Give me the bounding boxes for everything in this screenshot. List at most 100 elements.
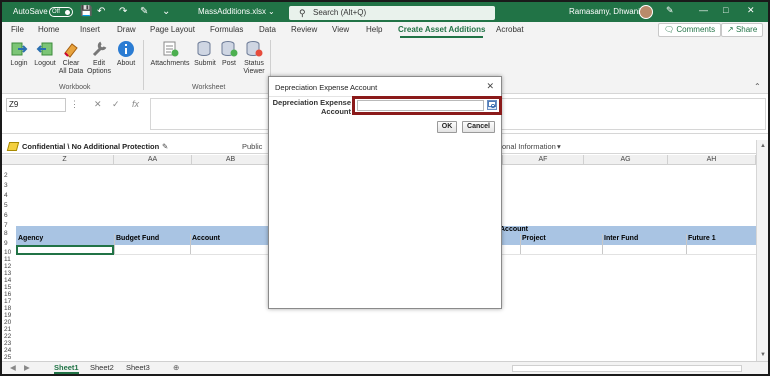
format-painter-icon[interactable]: ✎ [140,6,148,17]
row-header[interactable]: 5 [2,202,16,209]
tab-help[interactable]: Help [366,25,382,34]
edit-options-button[interactable]: Edit Options [86,40,112,76]
save-icon[interactable]: 💾 [80,6,92,17]
tab-view[interactable]: View [332,25,349,34]
row-header[interactable]: 11 [2,256,16,263]
tab-draw[interactable]: Draw [117,25,136,34]
column-header[interactable]: AA [114,155,192,165]
row-header[interactable]: 25 [2,354,16,361]
collapse-ribbon-icon[interactable]: ⌃ [754,82,761,91]
close-icon[interactable]: ✕ [747,5,755,16]
restore-icon[interactable]: □ [723,5,728,15]
sensitivity-public[interactable]: Public [242,142,262,151]
row-header[interactable]: 15 [2,284,16,291]
column-header[interactable]: Z [16,155,114,165]
sensitivity-label[interactable]: Confidential \ No Additional Protection [22,142,159,151]
column-header[interactable]: AF [502,155,584,165]
minimize-icon[interactable]: — [699,5,708,15]
row-header[interactable]: 20 [2,319,16,326]
tab-review[interactable]: Review [291,25,317,34]
row-header[interactable]: 3 [2,182,16,189]
add-sheet-icon[interactable]: ⊕ [173,363,179,372]
comments-button[interactable]: 🗨 Comments [658,23,722,37]
sheet-tab[interactable]: Sheet1 [54,363,79,374]
chevron-down-icon[interactable]: ▾ [557,142,561,151]
next-sheet-icon[interactable]: ▶ [24,363,30,372]
submit-button[interactable]: Submit [192,40,218,68]
depreciation-expense-input[interactable] [357,100,484,111]
name-box-dropdown-icon[interactable]: ⋮ [70,99,79,110]
scroll-up-icon[interactable]: ▲ [760,143,766,149]
row-header[interactable]: 19 [2,312,16,319]
tab-page-layout[interactable]: Page Layout [150,25,195,34]
prev-sheet-icon[interactable]: ◀ [10,363,16,372]
row-header[interactable]: 6 [2,212,16,219]
name-box[interactable]: Z9 [6,98,66,112]
tab-insert[interactable]: Insert [80,25,100,34]
horizontal-scrollbar[interactable] [512,365,742,372]
status-viewer-button[interactable]: Status Viewer [240,40,268,76]
tab-formulas[interactable]: Formulas [210,25,243,34]
header-cell[interactable]: Agency [18,235,43,242]
chevron-down-icon[interactable]: ⌄ [268,7,275,16]
qat-more-icon[interactable]: ⌄ [162,6,170,17]
header-cell[interactable]: Future 1 [688,235,716,242]
autosave-toggle[interactable]: Off [49,7,73,17]
tab-file[interactable]: File [11,25,24,34]
about-button[interactable]: About [114,40,138,68]
row-header[interactable]: 18 [2,305,16,312]
sensitivity-info[interactable]: onal Information [502,142,556,151]
row-header[interactable]: 17 [2,298,16,305]
share-button[interactable]: ↗ Share [721,23,764,37]
row-header[interactable]: 9 [2,240,16,247]
row-header[interactable]: 8 [2,230,16,237]
row-header[interactable]: 21 [2,326,16,333]
close-icon[interactable]: ✕ [486,81,494,92]
column-header[interactable]: AG [584,155,668,165]
row-header[interactable]: 12 [2,263,16,270]
tab-create-asset-additions[interactable]: Create Asset Additions [398,25,485,34]
row-header[interactable]: 7 [2,222,16,229]
clear-all-data-button[interactable]: Clear All Data [58,40,84,76]
row-header[interactable]: 14 [2,277,16,284]
row-header[interactable]: 23 [2,340,16,347]
ok-button[interactable]: OK [437,121,457,133]
tab-data[interactable]: Data [259,25,276,34]
tab-acrobat[interactable]: Acrobat [496,25,524,34]
edit-sensitivity-icon[interactable]: ✎ [162,142,168,151]
scroll-down-icon[interactable]: ▼ [760,352,766,358]
header-cell[interactable]: Budget Fund [116,235,159,242]
search-box[interactable]: ⚲ Search (Alt+Q) [289,6,495,20]
header-cell[interactable]: Project [522,235,546,242]
header-cell[interactable]: Inter Fund [604,235,638,242]
lookup-icon[interactable] [487,100,497,110]
cancel-entry-icon[interactable]: ✕ [94,99,102,110]
undo-icon[interactable]: ↶ [97,6,105,17]
sheet-tab[interactable]: Sheet3 [126,363,150,372]
redo-icon[interactable]: ↷ [119,6,127,17]
row-header[interactable]: 13 [2,270,16,277]
pen-icon[interactable]: ✎ [666,5,674,16]
login-button[interactable]: Login [8,40,30,68]
logout-button[interactable]: Logout [32,40,58,68]
row-header[interactable]: 10 [2,249,16,256]
tab-home[interactable]: Home [38,25,59,34]
row-header[interactable]: 22 [2,333,16,340]
column-header[interactable]: AH [668,155,756,165]
vertical-scrollbar[interactable]: ▲ ▼ [756,140,768,361]
selected-cell[interactable] [16,245,114,255]
column-header[interactable]: AB [192,155,270,165]
row-header[interactable]: 16 [2,291,16,298]
row-header[interactable]: 2 [2,172,16,179]
function-icon[interactable]: fx [132,99,139,109]
attachments-button[interactable]: Attachments [148,40,192,68]
row-header[interactable]: 4 [2,192,16,199]
post-button[interactable]: Post [218,40,240,68]
sensitivity-tag-icon [6,142,20,151]
avatar[interactable] [639,5,653,19]
row-header[interactable]: 24 [2,347,16,354]
header-cell[interactable]: Account [192,235,220,242]
confirm-entry-icon[interactable]: ✓ [112,99,120,110]
sheet-tab[interactable]: Sheet2 [90,363,114,372]
cancel-button[interactable]: Cancel [462,121,495,133]
